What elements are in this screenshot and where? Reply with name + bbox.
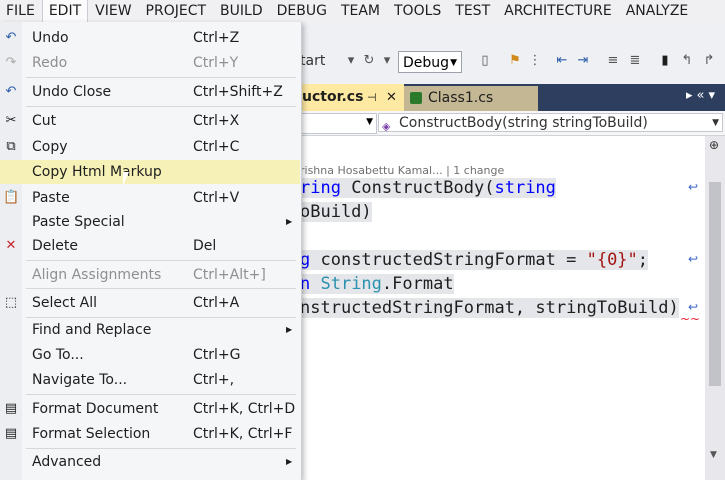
menu-separator	[26, 394, 296, 395]
menu-item-cut[interactable]: ✂ Cut Ctrl+X	[0, 109, 300, 133]
redo-icon: ↷	[5, 55, 17, 70]
code-line: nstructedStringFormat, stringToBuild)	[300, 298, 679, 318]
select-all-icon: ⬚	[4, 295, 18, 310]
menu-item-find-and-replace[interactable]: Find and Replace ▶	[0, 318, 300, 342]
bookmark-icon[interactable]: ▮	[658, 54, 672, 68]
menu-item-copy[interactable]: ⧉ Copy Ctrl+C	[0, 135, 300, 159]
submenu-arrow-icon: ▶	[286, 325, 293, 334]
menu-separator	[26, 288, 296, 289]
comment-icon[interactable]: ≣	[628, 54, 642, 68]
edit-menu-dropdown: ↶ Undo Ctrl+Z ↷ Redo Ctrl+Y ↶ Undo Close Ct…	[0, 22, 302, 480]
tab-label: Class1.cs	[428, 90, 494, 106]
menu-debug[interactable]: DEBUG	[271, 0, 333, 22]
tab-overflow-controls[interactable]: ▸«▾	[686, 88, 719, 103]
chevron-down-icon: ▼	[712, 118, 719, 128]
member-dropdown[interactable]: ◈ ConstructBody(string stringToBuild) ▼	[378, 113, 723, 133]
chevron-down-icon: ▼	[366, 117, 373, 127]
dropdown-icon[interactable]: ▾	[344, 54, 358, 68]
document-tab-bar: uctor.cs ⊣ ✕ Class1.cs ▸«▾	[300, 84, 725, 111]
undo-icon: ↶	[5, 30, 17, 45]
menu-item-copy-html-markup[interactable]: Copy Html Markup	[0, 160, 300, 184]
smart-tag-icon[interactable]: ↩	[688, 300, 698, 314]
mouse-cursor-icon	[123, 172, 135, 186]
chevron-down-icon: ▼	[450, 58, 457, 68]
bookmark-next-icon[interactable]: ↱	[702, 54, 716, 68]
menu-tools[interactable]: TOOLS	[388, 0, 447, 22]
menu-item-select-all[interactable]: ⬚ Select All Ctrl+A	[0, 291, 300, 315]
code-line: n String.Format	[300, 274, 454, 294]
copy-icon: ⧉	[6, 139, 16, 154]
tab-label: uctor.cs	[302, 89, 364, 105]
menu-item-navigate-to[interactable]: Navigate To... Ctrl+,	[0, 368, 300, 392]
menu-item-undo[interactable]: ↶ Undo Ctrl+Z	[0, 26, 300, 50]
refresh-icon[interactable]: ↻	[362, 54, 376, 68]
menu-item-go-to[interactable]: Go To... Ctrl+G	[0, 343, 300, 367]
menu-item-undo-close[interactable]: ↶ Undo Close Ctrl+Shift+Z	[0, 80, 300, 104]
configuration-value: Debug	[403, 55, 450, 71]
menu-project[interactable]: PROJECT	[140, 0, 213, 22]
menu-file[interactable]: FILE	[0, 0, 41, 22]
type-dropdown[interactable]: ▼	[300, 113, 377, 134]
menu-item-redo[interactable]: ↷ Redo Ctrl+Y	[0, 51, 300, 75]
scrollbar-thumb[interactable]	[709, 182, 721, 386]
tab-class1[interactable]: Class1.cs	[404, 86, 538, 111]
delete-icon: ✕	[5, 238, 17, 253]
menu-item-align-assignments[interactable]: Align Assignments Ctrl+Alt+]	[0, 263, 300, 287]
paste-icon: 📋	[3, 190, 20, 205]
tab-active-document[interactable]: uctor.cs ⊣ ✕	[300, 84, 404, 111]
code-line: g constructedStringFormat = "{0}";	[300, 250, 649, 270]
menu-bar: FILE EDIT VIEW PROJECT BUILD DEBUG TEAM …	[0, 0, 725, 23]
code-editor[interactable]: rishna Hosabettu Kamal... | 1 change rin…	[300, 136, 725, 480]
toolbar: tart ▾ ↻ ▾ Debug ▼ ▯ ⚑ ⋮ ⇤ ⇥ ≡ ≣ ▮ ↰ ↱	[300, 48, 725, 78]
smart-tag-icon[interactable]: ↩	[688, 252, 698, 266]
step-over-icon[interactable]: ⇥	[576, 54, 590, 68]
vertical-scrollbar[interactable]: ⊕ ▼	[705, 136, 725, 480]
code-line: ring ConstructBody(string	[300, 178, 556, 198]
step-icon[interactable]: ⇤	[555, 54, 569, 68]
menu-separator	[26, 260, 296, 261]
submenu-arrow-icon: ▶	[286, 457, 293, 466]
menu-team[interactable]: TEAM	[335, 0, 386, 22]
format-selection-icon: ▤	[4, 426, 18, 441]
menu-separator	[26, 448, 296, 449]
start-button[interactable]: tart	[300, 53, 325, 69]
menu-test[interactable]: TEST	[449, 0, 496, 22]
menu-item-format-selection[interactable]: ▤ Format Selection Ctrl+K, Ctrl+F	[0, 422, 300, 446]
menu-edit[interactable]: EDIT	[41, 0, 89, 23]
menu-architecture[interactable]: ARCHITECTURE	[498, 0, 618, 22]
method-icon: ◈	[382, 120, 391, 133]
split-icon[interactable]: ⊕	[709, 138, 719, 152]
bookmark-prev-icon[interactable]: ↰	[680, 54, 694, 68]
menu-item-paste-special[interactable]: Paste Special ▶	[0, 210, 300, 234]
device-icon[interactable]: ▯	[478, 54, 492, 68]
scissors-icon: ✂	[5, 113, 17, 128]
overflow-icon[interactable]: ⋮	[528, 54, 542, 68]
undo-close-icon: ↶	[5, 84, 17, 99]
menu-separator	[26, 106, 296, 107]
member-label: ConstructBody(string stringToBuild)	[399, 115, 648, 131]
menu-separator	[26, 77, 296, 78]
menu-item-paste[interactable]: 📋 Paste Ctrl+V	[0, 186, 300, 210]
menu-item-delete[interactable]: ✕ Delete Del	[0, 234, 300, 258]
menu-item-format-document[interactable]: ▤ Format Document Ctrl+K, Ctrl+D	[0, 397, 300, 421]
pin-icon[interactable]: ⊣	[367, 84, 377, 111]
menu-build[interactable]: BUILD	[214, 0, 269, 22]
smart-tag-icon[interactable]: ↩	[688, 180, 698, 194]
menu-item-advanced[interactable]: Advanced ▶	[0, 450, 300, 474]
align-left-icon[interactable]: ≡	[606, 54, 620, 68]
code-line: oBuild)	[300, 202, 372, 222]
find-icon[interactable]: ⚑	[508, 54, 522, 68]
submenu-arrow-icon: ▶	[286, 217, 293, 226]
menu-analyze[interactable]: ANALYZE	[620, 0, 695, 22]
format-document-icon: ▤	[4, 401, 18, 416]
menu-view[interactable]: VIEW	[89, 0, 137, 22]
dropdown-icon[interactable]: ▾	[380, 54, 394, 68]
csharp-file-icon	[410, 92, 422, 104]
configuration-select[interactable]: Debug ▼	[398, 51, 462, 73]
navigation-bar: ▼ ◈ ConstructBody(string stringToBuild) …	[300, 111, 725, 136]
scroll-down-icon[interactable]: ▼	[710, 450, 717, 460]
codelens-info[interactable]: rishna Hosabettu Kamal... | 1 change	[300, 164, 504, 177]
squiggle-icon: ~~	[680, 312, 701, 326]
close-icon[interactable]: ✕	[386, 84, 397, 111]
